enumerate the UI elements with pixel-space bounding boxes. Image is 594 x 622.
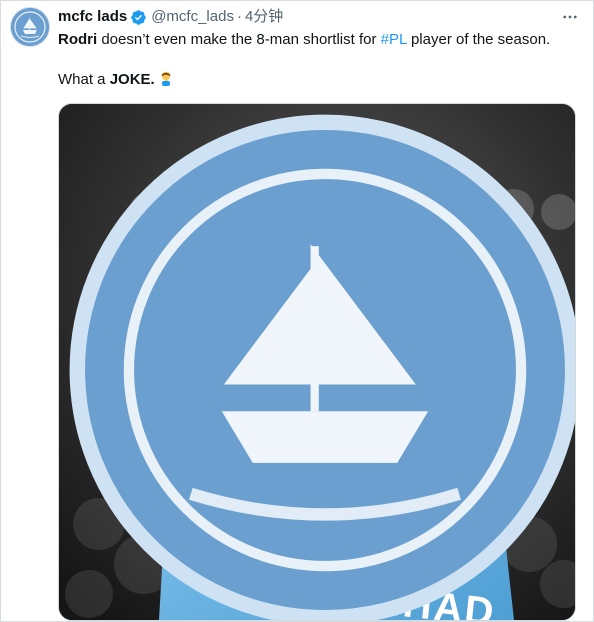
tweet-content: mcfc lads @mcfc_lads · 4分钟 Rodri doesn’t…: [58, 6, 581, 90]
text-segment: What a: [58, 71, 110, 88]
tweet-photo[interactable]: ETIHAD: [58, 103, 576, 621]
tweet-text-line-2: What a JOKE.: [58, 70, 581, 90]
tweet-timestamp[interactable]: 4分钟: [245, 6, 283, 28]
hashtag-link[interactable]: #PL: [381, 31, 407, 48]
author-display-name[interactable]: mcfc lads: [58, 6, 127, 28]
bold-joke: JOKE.: [109, 71, 155, 88]
text-segment: player of the season.: [406, 31, 551, 48]
tweet-header: mcfc lads @mcfc_lads · 4分钟: [58, 6, 581, 28]
tweet-card[interactable]: mcfc lads @mcfc_lads · 4分钟 Rodri doesn’t…: [0, 0, 594, 622]
more-options-icon[interactable]: [559, 6, 581, 28]
mcfc-lads-crest-icon: [69, 114, 575, 620]
facepalm-emoji-icon: [158, 70, 174, 86]
author-avatar[interactable]: [11, 8, 49, 46]
text-segment: doesn’t even make the 8-man shortlist fo…: [97, 31, 381, 48]
tweet-text: Rodri doesn’t even make the 8-man shortl…: [58, 30, 581, 90]
verified-badge-icon: [130, 9, 147, 26]
separator-dot: ·: [236, 8, 242, 25]
ship-crest-icon: [11, 8, 49, 46]
bold-name: Rodri: [58, 31, 98, 48]
tweet-text-line-1: Rodri doesn’t even make the 8-man shortl…: [58, 30, 581, 50]
author-handle[interactable]: @mcfc_lads: [151, 6, 234, 28]
